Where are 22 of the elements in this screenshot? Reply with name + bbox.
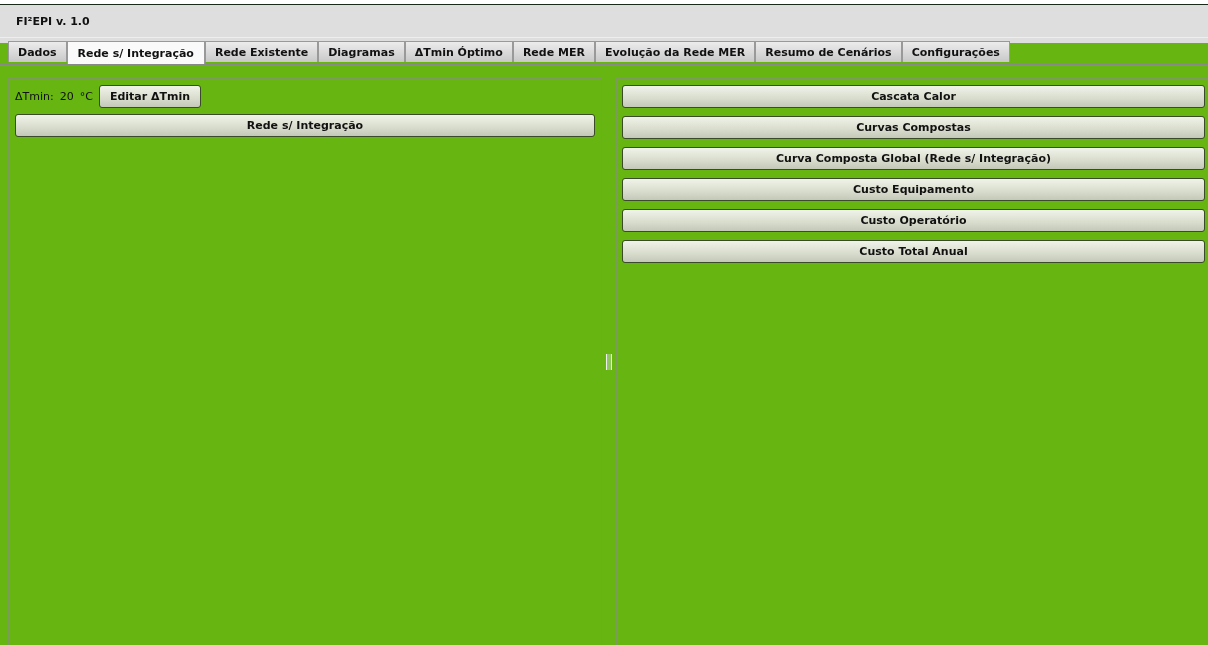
chart-button[interactable]: Custo Equipamento: [622, 178, 1205, 201]
dtmin-label: ΔTmin:: [15, 90, 54, 103]
network-button[interactable]: Rede s/ Integração: [15, 114, 595, 137]
window-title: FI²EPI v. 1.0: [16, 14, 90, 28]
tab[interactable]: Rede s/ Integração: [66, 41, 205, 64]
tab[interactable]: Resumo de Cenários: [755, 41, 902, 62]
chart-button[interactable]: Custo Total Anual: [622, 240, 1205, 263]
tab[interactable]: Dados: [8, 41, 67, 62]
edit-dtmin-button[interactable]: Editar ΔTmin: [98, 85, 202, 108]
tab[interactable]: Rede Existente: [204, 41, 319, 62]
chart-button[interactable]: Cascata Calor: [622, 85, 1205, 108]
tab[interactable]: Rede MER: [512, 41, 595, 62]
tab[interactable]: Diagramas: [318, 41, 405, 62]
chart-button[interactable]: Curvas Compostas: [622, 116, 1205, 139]
tab[interactable]: ΔTmin Óptimo: [404, 41, 513, 62]
chart-button[interactable]: Custo Operatório: [622, 209, 1205, 232]
chart-button[interactable]: Curva Composta Global (Rede s/ Integração): [622, 147, 1205, 170]
split-handle[interactable]: [606, 353, 612, 370]
tab[interactable]: Configurações: [901, 41, 1010, 62]
tab[interactable]: Evolução da Rede MER: [594, 41, 756, 62]
dtmin-unit: °C: [79, 90, 93, 103]
dtmin-value: 20: [59, 90, 74, 103]
